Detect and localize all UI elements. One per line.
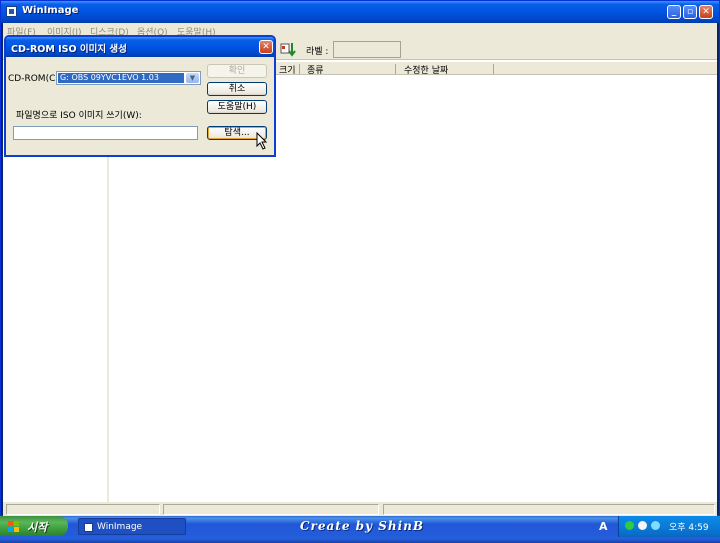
tray-network-icon[interactable] [638, 521, 647, 530]
column-divider[interactable] [493, 64, 494, 74]
cdrom-select[interactable]: G: OBS 09YVC1EVO 1.03 ▼ [56, 71, 201, 85]
status-bar [3, 502, 717, 516]
window-title: WinImage [22, 5, 79, 16]
column-divider[interactable] [395, 64, 396, 74]
help-button[interactable]: 도움말(H) [207, 100, 267, 114]
chevron-down-icon[interactable]: ▼ [186, 73, 199, 83]
status-cell [6, 504, 160, 515]
sort-icon[interactable] [280, 41, 296, 57]
winimage-task-icon [84, 523, 93, 532]
dialog-close-button[interactable]: ✕ [259, 40, 273, 54]
cancel-button[interactable]: 취소 [207, 82, 267, 96]
tray-app-icon[interactable] [625, 521, 634, 530]
volume-label-field[interactable] [333, 41, 401, 58]
taskbar-item-label: WinImage [97, 522, 143, 532]
volume-label-caption: 라벨 : [306, 47, 329, 57]
dialog-titlebar[interactable]: CD-ROM ISO 이미지 생성 ✕ [6, 37, 274, 57]
mouse-cursor-icon [256, 132, 268, 150]
clock[interactable]: 오후 4:59 [669, 520, 709, 533]
ok-button[interactable]: 확인 [207, 64, 267, 78]
taskbar-item-winimage[interactable]: WinImage [78, 518, 186, 535]
minimize-button[interactable]: _ [667, 5, 681, 19]
windows-flag-icon [8, 521, 19, 532]
column-divider[interactable] [299, 64, 300, 74]
column-size[interactable]: 크기 [279, 63, 296, 76]
winimage-app-icon[interactable] [6, 6, 17, 17]
brand-text: Create by ShinB [300, 519, 424, 533]
start-label: 시작 [27, 521, 48, 534]
taskbar: 시작 WinImage Create by ShinB A 오후 4:59 [0, 516, 720, 543]
dialog-title: CD-ROM ISO 이미지 생성 [11, 44, 127, 55]
iso-filename-input[interactable] [13, 126, 198, 140]
window-titlebar[interactable]: WinImage _ ▫ ✕ [1, 1, 719, 23]
tray-globe-icon[interactable] [651, 521, 660, 530]
column-modified[interactable]: 수정한 날짜 [404, 63, 448, 76]
close-window-button[interactable]: ✕ [699, 5, 713, 19]
create-iso-dialog: CD-ROM ISO 이미지 생성 ✕ CD-ROM(C) G: OBS 09Y… [4, 35, 276, 157]
column-type[interactable]: 종류 [307, 63, 324, 76]
cdrom-selected-value: G: OBS 09YVC1EVO 1.03 [58, 73, 184, 83]
cdrom-label: CD-ROM(C) [8, 74, 59, 84]
status-cell [383, 504, 715, 515]
maximize-button[interactable]: ▫ [683, 5, 697, 19]
iso-filename-label: 파일명으로 ISO 이미지 쓰기(W): [16, 111, 142, 121]
start-button[interactable]: 시작 [0, 516, 68, 536]
language-indicator[interactable]: A [599, 520, 608, 533]
system-tray: 오후 4:59 [618, 516, 720, 537]
status-cell [163, 504, 379, 515]
